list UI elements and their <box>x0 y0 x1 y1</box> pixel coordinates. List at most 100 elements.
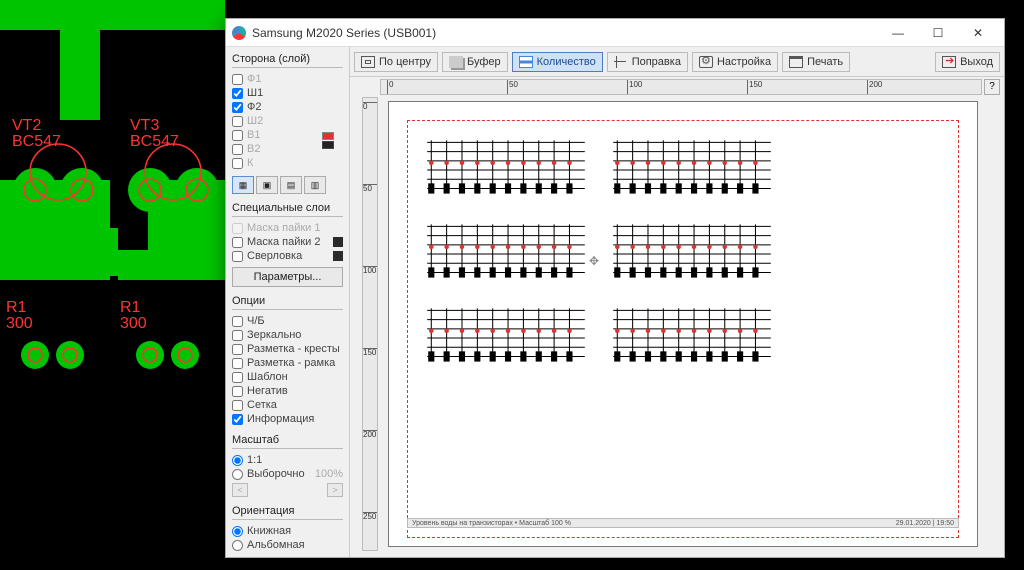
scale-dec-button[interactable]: < <box>232 483 248 497</box>
option-row-Шаблон[interactable]: Шаблон <box>232 370 343 384</box>
layers-title: Сторона (слой) <box>232 53 343 65</box>
print-icon <box>789 56 803 68</box>
mask2-checkbox[interactable] <box>232 237 243 248</box>
layer-checkbox-В2[interactable] <box>232 144 243 155</box>
ruler-v-tick: 150 <box>363 348 377 356</box>
adjust-button[interactable]: Поправка <box>607 52 688 72</box>
option-row-Разметка - кресты[interactable]: Разметка - кресты <box>232 342 343 356</box>
option-checkbox[interactable] <box>232 330 243 341</box>
circuit-tile <box>419 132 593 204</box>
layer-checkbox-К[interactable] <box>232 158 243 169</box>
layer-mode-3[interactable]: ▤ <box>280 176 302 194</box>
scale-1-1-radio[interactable] <box>232 455 243 466</box>
orientation-landscape-row[interactable]: Альбомная <box>232 538 343 552</box>
layer-checkbox-В1[interactable] <box>232 130 243 141</box>
scale-pct: 100% <box>315 467 343 481</box>
exit-icon <box>942 56 956 68</box>
scale-1-1-row[interactable]: 1:1 <box>232 453 343 467</box>
circuit-tile <box>419 300 593 372</box>
app-icon <box>232 26 246 40</box>
pcb-label-r1: R1 <box>6 299 27 316</box>
option-checkbox[interactable] <box>232 344 243 355</box>
layer-mode-2[interactable]: ▣ <box>256 176 278 194</box>
option-row-Информация[interactable]: Информация <box>232 412 343 426</box>
center-marker-icon[interactable]: ✥ <box>589 254 603 268</box>
option-checkbox[interactable] <box>232 358 243 369</box>
layer-mode-1[interactable]: ▦ <box>232 176 254 194</box>
layers-group: Сторона (слой) Ф1Ш1Ф2Ш2В1В2К ▦ ▣ ▤ ▥ <box>232 53 343 194</box>
orientation-portrait-radio[interactable] <box>232 526 243 537</box>
ruler-v-tick: 0 <box>363 102 377 110</box>
layer-mode-buttons: ▦ ▣ ▤ ▥ <box>232 176 343 194</box>
orientation-landscape-radio[interactable] <box>232 540 243 551</box>
quantity-icon <box>519 56 533 68</box>
layer-checkbox-Ш2[interactable] <box>232 116 243 127</box>
preview-area: По центру Буфер Количество Поправка Наст… <box>350 47 1004 557</box>
layer-row-Ф1[interactable]: Ф1 <box>232 72 343 86</box>
pcb-label-r1v: 300 <box>6 315 33 332</box>
ruler-v-tick: 100 <box>363 266 377 274</box>
option-rows: Ч/БЗеркальноРазметка - крестыРазметка - … <box>232 314 343 426</box>
layer-checkbox-Ш1[interactable] <box>232 88 243 99</box>
settings-sidebar: Сторона (слой) Ф1Ш1Ф2Ш2В1В2К ▦ ▣ ▤ ▥ Спе… <box>226 47 350 557</box>
layer-row-Ф2[interactable]: Ф2 <box>232 100 343 114</box>
drill-row[interactable]: Сверловка <box>232 249 343 263</box>
option-row-Зеркально[interactable]: Зеркально <box>232 328 343 342</box>
ruler-h-tick: 150 <box>747 80 762 94</box>
center-icon <box>361 56 375 68</box>
print-button[interactable]: Печать <box>782 52 850 72</box>
drill-color-icon <box>333 251 343 261</box>
layer-checkbox-Ф2[interactable] <box>232 102 243 113</box>
pcb-label-r2v: 300 <box>120 315 147 332</box>
settings-icon <box>699 56 713 68</box>
option-row-Разметка - рамка[interactable]: Разметка - рамка <box>232 356 343 370</box>
option-row-Негатив[interactable]: Негатив <box>232 384 343 398</box>
layer-row-К[interactable]: К <box>232 156 343 170</box>
option-row-Ч/Б[interactable]: Ч/Б <box>232 314 343 328</box>
adjust-icon <box>614 56 628 68</box>
scale-custom-radio[interactable] <box>232 469 243 480</box>
ruler-v-tick: 200 <box>363 430 377 438</box>
scale-inc-button[interactable]: > <box>327 483 343 497</box>
settings-button[interactable]: Настройка <box>692 52 778 72</box>
help-button[interactable]: ? <box>984 79 1000 95</box>
circuit-tile <box>605 132 779 204</box>
option-checkbox[interactable] <box>232 316 243 327</box>
mask1-row: Маска пайки 1 <box>232 221 343 235</box>
special-layers-group: Специальные слои Маска пайки 1 Маска пай… <box>232 202 343 287</box>
exit-button[interactable]: Выход <box>935 52 1000 72</box>
option-row-Сетка[interactable]: Сетка <box>232 398 343 412</box>
option-checkbox[interactable] <box>232 386 243 397</box>
orientation-portrait-row[interactable]: Книжная <box>232 524 343 538</box>
parameters-button[interactable]: Параметры... <box>232 267 343 287</box>
mask2-row[interactable]: Маска пайки 2 <box>232 235 343 249</box>
page-preview[interactable]: ✥ Уровень воды на транзисторах • Масштаб… <box>388 101 978 547</box>
layer-mode-4[interactable]: ▥ <box>304 176 326 194</box>
center-button[interactable]: По центру <box>354 52 438 72</box>
close-button[interactable]: ✕ <box>958 20 998 46</box>
circuit-tile <box>419 216 593 288</box>
scale-custom-row[interactable]: Выборочно 100% <box>232 467 343 481</box>
window-title: Samsung M2020 Series (USB001) <box>252 26 878 40</box>
quantity-button[interactable]: Количество <box>512 52 603 72</box>
preview-body: 050100150200 050100150200250 ? <box>350 77 1004 557</box>
option-checkbox[interactable] <box>232 372 243 383</box>
maximize-button[interactable]: ☐ <box>918 20 958 46</box>
drill-checkbox[interactable] <box>232 251 243 262</box>
option-checkbox[interactable] <box>232 414 243 425</box>
options-group: Опции Ч/БЗеркальноРазметка - крестыРазме… <box>232 295 343 426</box>
titlebar[interactable]: Samsung M2020 Series (USB001) — ☐ ✕ <box>226 19 1004 47</box>
minimize-button[interactable]: — <box>878 20 918 46</box>
layer-color-swatches <box>322 132 334 150</box>
layer-row-Ш1[interactable]: Ш1 <box>232 86 343 100</box>
layer-row-Ш2[interactable]: Ш2 <box>232 114 343 128</box>
layer-checkbox-Ф1[interactable] <box>232 74 243 85</box>
ruler-v-tick: 250 <box>363 512 377 520</box>
ruler-horizontal: 050100150200 <box>380 79 982 95</box>
buffer-button[interactable]: Буфер <box>442 52 508 72</box>
options-title: Опции <box>232 295 343 307</box>
option-checkbox[interactable] <box>232 400 243 411</box>
page-footer: Уровень воды на транзисторах • Масштаб 1… <box>407 518 959 528</box>
mask2-color-icon <box>333 237 343 247</box>
scale-title: Масштаб <box>232 434 343 446</box>
